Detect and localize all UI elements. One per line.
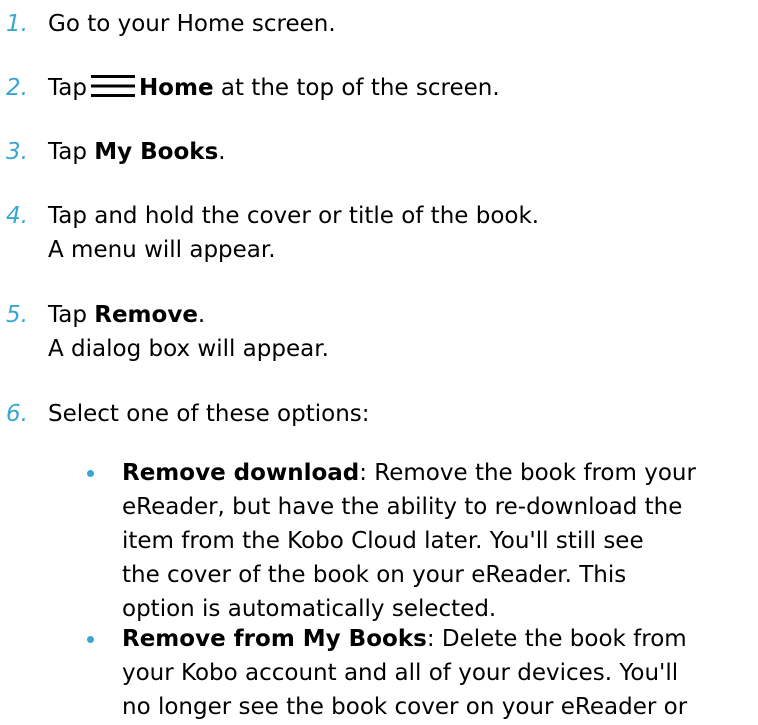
step-text-suffix: . (197, 302, 206, 328)
option-rest: : Delete the book from (426, 626, 687, 652)
step-text: Select one of these options: (48, 401, 370, 427)
option-line: eReader, but have the ability to re-down… (122, 494, 683, 520)
home-label: Home (138, 75, 214, 101)
step-number: 2. (6, 75, 28, 101)
my-books-label: My Books (94, 139, 219, 165)
option-line: the cover of the book on your eReader. T… (122, 562, 627, 588)
step-text: Tap My Books. (48, 135, 226, 169)
option-line: option is automatically selected. (122, 596, 497, 622)
step-number: 3. (6, 139, 28, 165)
option-rest: : Remove the book from your (359, 460, 696, 486)
option-title: Remove download (122, 460, 360, 486)
option-text: Remove download: Remove the book from yo… (122, 456, 742, 626)
option-line: Remove from My Books: Delete the book fr… (122, 622, 742, 656)
step-number: 6. (6, 401, 28, 427)
step-text: Tap Home at the top of the screen. (48, 71, 500, 105)
step-number: 1. (6, 11, 28, 37)
hamburger-menu-icon (90, 75, 135, 97)
option-line: no longer see the book cover on your eRe… (122, 694, 688, 720)
step-text-prefix: Tap (48, 139, 95, 165)
step-text-suffix: at the top of the screen. (213, 75, 500, 101)
step-text-prefix: Tap (48, 302, 95, 328)
option-title: Remove from My Books (122, 626, 427, 652)
step-text-suffix: . (218, 139, 226, 165)
step-text-prefix: Tap (48, 75, 87, 101)
instructions-page: 1. Go to your Home screen. 2. Tap Home at… (0, 0, 758, 725)
bullet-icon (87, 636, 94, 643)
step-line: A dialog box will appear. (48, 336, 329, 362)
option-text: Remove from My Books: Delete the book fr… (122, 622, 742, 724)
step-line: Tap and hold the cover or title of the b… (48, 203, 540, 229)
remove-label: Remove (94, 302, 198, 328)
option-line: your Kobo account and all of your device… (122, 660, 679, 686)
bullet-icon (87, 470, 94, 477)
option-line: item from the Kobo Cloud later. You'll s… (122, 528, 644, 554)
step-line: A menu will appear. (48, 237, 276, 263)
step-line: Tap Remove. (48, 298, 329, 332)
step-number: 5. (6, 302, 28, 328)
step-text: Go to your Home screen. (48, 11, 336, 37)
option-line: Remove download: Remove the book from yo… (122, 456, 742, 490)
step-number: 4. (6, 203, 28, 229)
step-text: Tap Remove. A dialog box will appear. (48, 298, 329, 366)
step-text: Tap and hold the cover or title of the b… (48, 199, 539, 267)
